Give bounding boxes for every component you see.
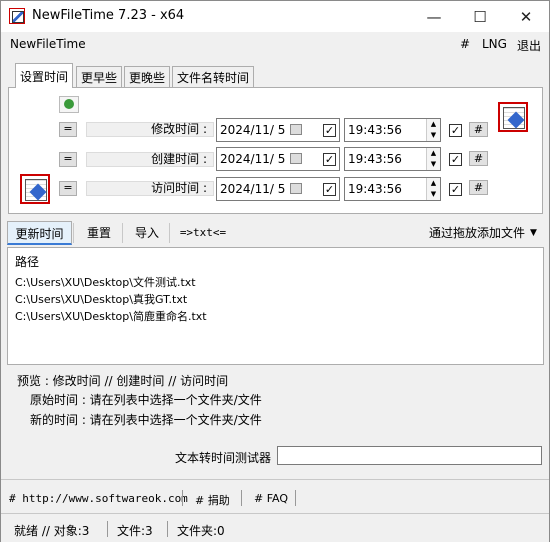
create-time-checkbox[interactable]: ✓ xyxy=(449,153,462,166)
export-txt-button[interactable]: =>txt<= xyxy=(173,221,233,245)
menu-bar: NewFileTime # LNG 退出 xyxy=(1,32,549,56)
create-time-label: 创建时间 : xyxy=(86,152,214,167)
footer-separator xyxy=(182,490,183,506)
minimize-button[interactable]: — xyxy=(411,1,457,32)
access-time-label: 访问时间 : xyxy=(86,181,214,196)
status-files: 文件:3 xyxy=(117,524,153,538)
tab-earlier[interactable]: 更早些 xyxy=(76,66,123,87)
modify-time-label: 修改时间 : xyxy=(86,122,214,137)
calendar-icon[interactable] xyxy=(290,124,302,135)
app-icon xyxy=(9,8,25,24)
menu-hash[interactable]: # xyxy=(460,37,470,51)
tab-set-time[interactable]: 设置时间 xyxy=(15,63,74,88)
status-separator xyxy=(167,521,168,537)
import-button[interactable]: 导入 xyxy=(126,221,168,245)
access-date-field[interactable]: 2024/11/ 5 xyxy=(216,177,340,201)
status-ready: 就绪 // 对象:3 xyxy=(14,524,90,538)
divider xyxy=(1,513,549,514)
menu-language[interactable]: LNG xyxy=(482,37,507,51)
modify-date-value: 2024/11/ 5 xyxy=(220,123,286,137)
create-date-value: 2024/11/ 5 xyxy=(220,152,286,166)
modify-date-checkbox[interactable]: ✓ xyxy=(323,124,336,137)
toolbar-separator xyxy=(122,223,123,243)
title-bar[interactable]: NewFileTime 7.23 - x64 — ☐ ✕ xyxy=(1,1,549,32)
donate-link[interactable]: # 捐助 xyxy=(195,492,230,508)
create-date-field[interactable]: 2024/11/ 5 xyxy=(216,147,340,171)
app-window: NewFileTime 7.23 - x64 — ☐ ✕ NewFileTime… xyxy=(0,0,550,542)
menu-exit[interactable]: 退出 xyxy=(517,37,541,54)
close-button[interactable]: ✕ xyxy=(503,1,549,32)
create-hash-button[interactable]: # xyxy=(469,151,488,166)
preview-line: 预览 : 修改时间 // 创建时间 // 访问时间 xyxy=(17,374,229,388)
text-to-time-tester-input[interactable] xyxy=(277,446,542,465)
equal-button[interactable]: = xyxy=(59,152,77,167)
equal-button[interactable]: = xyxy=(59,181,77,196)
status-folders: 文件夹:0 xyxy=(177,524,225,538)
access-hash-button[interactable]: # xyxy=(469,180,488,195)
create-date-checkbox[interactable]: ✓ xyxy=(323,153,336,166)
toolbar-separator xyxy=(169,223,170,243)
window-title: NewFileTime 7.23 - x64 xyxy=(32,8,185,23)
modify-date-field[interactable]: 2024/11/ 5 xyxy=(216,118,340,142)
access-time-checkbox[interactable]: ✓ xyxy=(449,183,462,196)
faq-link[interactable]: # FAQ xyxy=(254,492,288,505)
footer-separator xyxy=(295,490,296,506)
preview-panel: 预览 : 修改时间 // 创建时间 // 访问时间 原始时间 : 请在列表中选择… xyxy=(7,369,544,439)
create-time-value: 19:43:56 xyxy=(348,152,402,166)
access-time-spinner[interactable]: ▲ ▼ xyxy=(426,178,440,200)
drag-add-files-button[interactable]: 通过拖放添加文件 xyxy=(425,221,525,245)
refresh-time-button[interactable] xyxy=(59,96,79,113)
file-time-left-icon[interactable] xyxy=(20,174,50,204)
access-date-value: 2024/11/ 5 xyxy=(220,182,286,196)
toolbar-separator xyxy=(73,223,74,243)
update-time-button[interactable]: 更新时间 xyxy=(7,221,72,245)
list-item[interactable]: C:\Users\XU\Desktop\简鹿重命名.txt xyxy=(15,308,207,324)
status-bar: 就绪 // 对象:3 文件:3 文件夹:0 xyxy=(1,516,549,542)
list-item[interactable]: C:\Users\XU\Desktop\文件测试.txt xyxy=(15,274,196,290)
status-separator xyxy=(107,521,108,537)
modify-hash-button[interactable]: # xyxy=(469,122,488,137)
list-item[interactable]: C:\Users\XU\Desktop\真我GT.txt xyxy=(15,291,187,307)
reset-button[interactable]: 重置 xyxy=(77,221,121,245)
website-link[interactable]: # http://www.softwareok.com xyxy=(9,492,188,505)
preview-new-time: 新的时间 : 请在列表中选择一个文件夹/文件 xyxy=(30,413,262,427)
equal-button[interactable]: = xyxy=(59,122,77,137)
text-to-time-tester-label: 文本转时间测试器 xyxy=(175,451,272,465)
modify-time-value: 19:43:56 xyxy=(348,123,402,137)
menu-app-name[interactable]: NewFileTime xyxy=(10,37,86,51)
calendar-icon[interactable] xyxy=(290,153,302,164)
file-list[interactable]: 路径 C:\Users\XU\Desktop\文件测试.txt C:\Users… xyxy=(7,247,544,365)
footer-separator xyxy=(241,490,242,506)
modify-time-checkbox[interactable]: ✓ xyxy=(449,124,462,137)
calendar-icon[interactable] xyxy=(290,183,302,194)
divider xyxy=(1,479,549,480)
create-time-spinner[interactable]: ▲ ▼ xyxy=(426,148,440,170)
access-time-value: 19:43:56 xyxy=(348,182,402,196)
modify-time-spinner[interactable]: ▲ ▼ xyxy=(426,119,440,141)
preview-original-time: 原始时间 : 请在列表中选择一个文件夹/文件 xyxy=(30,393,262,407)
list-header-path[interactable]: 路径 xyxy=(15,253,39,270)
tab-later[interactable]: 更晚些 xyxy=(124,66,171,87)
maximize-button[interactable]: ☐ xyxy=(457,1,503,32)
file-time-right-icon[interactable] xyxy=(498,102,528,132)
chevron-down-icon[interactable]: ▼ xyxy=(530,228,537,238)
access-date-checkbox[interactable]: ✓ xyxy=(323,183,336,196)
tab-filename-to-time[interactable]: 文件名转时间 xyxy=(172,66,255,87)
